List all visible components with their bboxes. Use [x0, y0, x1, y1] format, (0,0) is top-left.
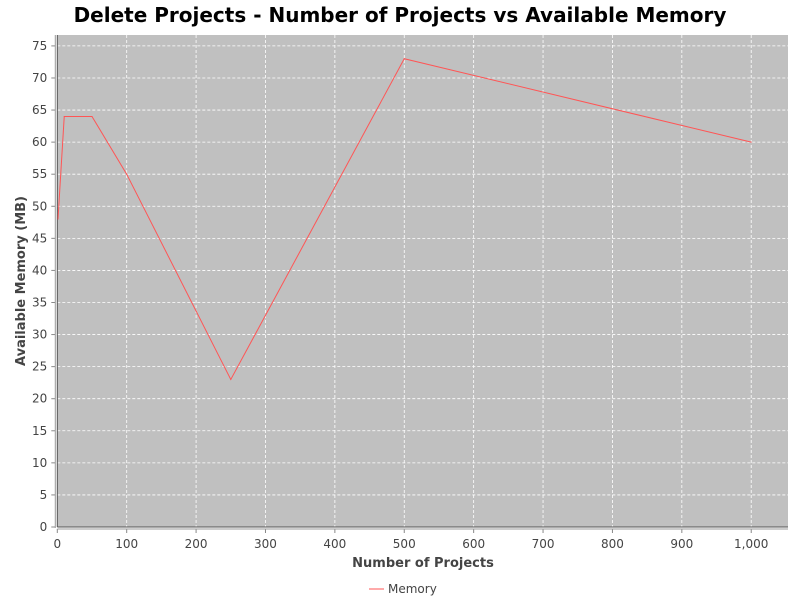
y-tick-label: 35: [32, 295, 47, 309]
x-tick-label: 800: [601, 537, 624, 551]
y-tick-label: 10: [32, 456, 47, 470]
x-tick-label: 1,000: [734, 537, 768, 551]
y-axis-label: Available Memory (MB): [14, 196, 29, 366]
x-tick-label: 200: [185, 537, 208, 551]
chart-title: Delete Projects - Number of Projects vs …: [74, 3, 727, 27]
data-point: [230, 378, 232, 380]
x-tick-label: 700: [532, 537, 555, 551]
y-tick-label: 70: [32, 71, 47, 85]
y-tick-label: 40: [32, 263, 47, 277]
y-tick-label: 15: [32, 424, 47, 438]
x-axis-label: Number of Projects: [352, 556, 494, 571]
x-tick-label: 300: [254, 537, 277, 551]
plot-area: [57, 35, 788, 527]
y-tick-label: 5: [40, 488, 48, 502]
x-tick-label: 600: [462, 537, 485, 551]
y-tick-label: 25: [32, 360, 47, 374]
legend-label-memory: Memory: [388, 582, 437, 596]
y-tick-label: 55: [32, 167, 47, 181]
x-tick-label: 0: [53, 537, 61, 551]
y-tick-label: 65: [32, 103, 47, 117]
data-point: [403, 58, 405, 60]
x-tick-label: 400: [323, 537, 346, 551]
y-tick-label: 45: [32, 231, 47, 245]
x-tick-label: 100: [115, 537, 138, 551]
line-chart: Delete Projects - Number of Projects vs …: [14, 3, 788, 596]
data-point: [750, 141, 752, 143]
y-tick-label: 30: [32, 328, 47, 342]
x-tick-label: 900: [670, 537, 693, 551]
legend: Memory: [369, 582, 437, 596]
data-point: [91, 115, 93, 117]
data-point: [126, 173, 128, 175]
data-point: [63, 115, 65, 117]
y-tick-label: 60: [32, 135, 47, 149]
y-tick-label: 50: [32, 199, 47, 213]
y-tick-label: 20: [32, 392, 47, 406]
y-tick-label: 75: [32, 39, 47, 53]
x-tick-label: 500: [393, 537, 416, 551]
y-tick-label: 0: [40, 520, 48, 534]
data-point: [57, 218, 59, 220]
